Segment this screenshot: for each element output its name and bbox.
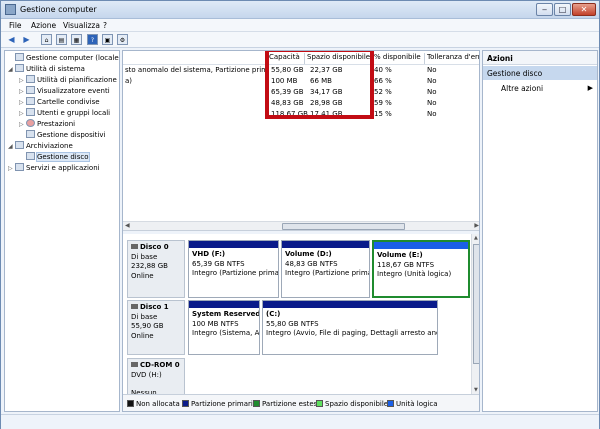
- storage-icon: [15, 141, 24, 149]
- disk-icon: [26, 152, 35, 160]
- action-pane-icon[interactable]: ▣: [102, 34, 113, 45]
- up-folder-icon[interactable]: ⌂: [41, 34, 52, 45]
- disk-label-0[interactable]: Disco 0 Di base 232,88 GB Online: [127, 240, 185, 298]
- expand-icon[interactable]: ▷: [8, 165, 15, 172]
- tree-item-local-users[interactable]: ▷ Utenti e gruppi locali: [19, 108, 110, 119]
- disk-map: Disco 0 Di base 232,88 GB Online VHD (F:…: [123, 234, 471, 407]
- tree-item-performance[interactable]: ▷ Prestazioni: [19, 119, 75, 130]
- volume-table: Capacità Spazio disponibile % disponibil…: [123, 51, 479, 221]
- expand-icon[interactable]: ◢: [8, 66, 15, 73]
- legend-unallocated: Non allocata: [127, 400, 180, 408]
- tree-item-task-scheduler[interactable]: ▷ Utilità di pianificazione: [19, 75, 117, 86]
- tree-item-storage[interactable]: ◢ Archiviazione: [8, 141, 73, 152]
- partition-system-reserved[interactable]: System Reserved 100 MB NTFS Integro (Siste…: [188, 300, 260, 355]
- legend-primary: Partizione primaria: [182, 400, 257, 408]
- device-icon: [26, 130, 35, 138]
- actions-pane: Azioni Gestione disco Altre azioni ▶: [482, 50, 598, 412]
- primary-partition-bar: [189, 241, 278, 248]
- window-title: Gestione computer: [20, 5, 97, 14]
- back-arrow-icon[interactable]: ◀: [6, 34, 17, 45]
- close-button[interactable]: ✕: [572, 3, 596, 16]
- folder-icon: [26, 97, 35, 105]
- performance-icon: [26, 119, 35, 127]
- expand-icon[interactable]: ▷: [19, 77, 26, 84]
- partition-volume-e[interactable]: Volume (E:) 118,67 GB NTFS Integro (Unità …: [372, 240, 470, 298]
- partition-volume-d[interactable]: Volume (D:) 48,83 GB NTFS Integro (Partizi…: [281, 240, 370, 298]
- tree-item-device-manager[interactable]: Gestione dispositivi: [19, 130, 105, 141]
- expand-icon[interactable]: ◢: [8, 143, 15, 150]
- legend-logical: Unità logica: [387, 400, 438, 408]
- tree-item-system-tools[interactable]: ◢ Utilità di sistema: [8, 64, 85, 75]
- tree-item-disk-management[interactable]: Gestione disco: [19, 152, 90, 163]
- tree-item-services[interactable]: ▷ Servizi e applicazioni: [8, 163, 100, 174]
- disk-icon: [131, 244, 138, 249]
- menu-help[interactable]: ?: [103, 21, 107, 30]
- primary-partition-bar: [189, 301, 259, 308]
- actions-header: Azioni: [483, 51, 597, 65]
- navigation-tree: Gestione computer (locale) ◢ Utilità di s…: [4, 50, 120, 412]
- tree-item-root[interactable]: Gestione computer (locale): [8, 53, 119, 64]
- scrollbar-thumb[interactable]: [473, 244, 479, 364]
- primary-partition-bar: [263, 301, 437, 308]
- minimize-button[interactable]: ‒: [536, 3, 553, 16]
- event-log-icon: [26, 86, 35, 94]
- scroll-up-icon[interactable]: ▲: [474, 235, 478, 241]
- more-actions-link[interactable]: Altre azioni: [501, 84, 543, 93]
- tree-item-shared-folders[interactable]: ▷ Cartelle condivise: [19, 97, 100, 108]
- primary-partition-bar: [282, 241, 369, 248]
- expand-icon[interactable]: ▷: [19, 88, 26, 95]
- show-tree-icon[interactable]: ▤: [56, 34, 67, 45]
- users-icon: [26, 108, 35, 116]
- actions-section-disk-management[interactable]: Gestione disco: [483, 66, 597, 80]
- tree-item-event-viewer[interactable]: ▷ Visualizzatore eventi: [19, 86, 110, 97]
- scroll-right-icon[interactable]: ▶: [474, 222, 479, 229]
- clock-icon: [26, 75, 35, 83]
- vertical-scrollbar[interactable]: ▲ ▼: [471, 234, 479, 394]
- scroll-left-icon[interactable]: ◀: [125, 222, 130, 229]
- expand-icon[interactable]: ▷: [19, 110, 26, 117]
- disk-icon: [131, 304, 138, 309]
- scroll-down-icon[interactable]: ▼: [474, 387, 478, 393]
- disk-row-cdrom: CD-ROM 0 DVD (H:) Nessun suppo...: [127, 358, 471, 407]
- tools-icon: [15, 64, 24, 72]
- disk-management-pane: Capacità Spazio disponibile % disponibil…: [122, 50, 480, 412]
- toolbar: ◀ ▶ ⌂ ▤ ▦ ? ▣ ⚙: [1, 32, 599, 48]
- title-bar: Gestione computer ‒ □ ✕: [1, 1, 599, 19]
- partition-vhd-f[interactable]: VHD (F:) 65,39 GB NTFS Integro (Partizione…: [188, 240, 279, 298]
- app-window: Gestione computer ‒ □ ✕ File Azione Visu…: [0, 0, 600, 429]
- cdrom-icon: [131, 362, 138, 367]
- services-icon: [15, 163, 24, 171]
- submenu-arrow-icon[interactable]: ▶: [588, 84, 593, 92]
- status-bar: [1, 414, 599, 429]
- help-icon[interactable]: ?: [87, 34, 98, 45]
- disk-row-1: Disco 1 Di base 55,90 GB Online System R…: [127, 300, 471, 355]
- properties-icon[interactable]: ▦: [71, 34, 82, 45]
- disk-row-0: Disco 0 Di base 232,88 GB Online VHD (F:…: [127, 240, 471, 298]
- legend: Non allocata Partizione primaria Partizi…: [123, 394, 479, 411]
- scrollbar-thumb[interactable]: [282, 223, 405, 230]
- settings-icon[interactable]: ⚙: [117, 34, 128, 45]
- horizontal-scrollbar[interactable]: ◀ ▶: [123, 221, 479, 230]
- disk-label-cdrom[interactable]: CD-ROM 0 DVD (H:) Nessun suppo...: [127, 358, 185, 407]
- partition-c[interactable]: (C:) 55,80 GB NTFS Integro (Avvio, File di…: [262, 300, 438, 355]
- forward-arrow-icon[interactable]: ▶: [21, 34, 32, 45]
- computer-icon: [15, 53, 24, 61]
- disk-label-1[interactable]: Disco 1 Di base 55,90 GB Online: [127, 300, 185, 355]
- capacity-highlight-box: [265, 51, 374, 119]
- logical-drive-bar: [374, 242, 468, 249]
- legend-extended: Partizione estesa: [253, 400, 322, 408]
- expand-icon[interactable]: ▷: [19, 99, 26, 106]
- computer-management-icon: [5, 4, 16, 15]
- menu-bar: File Azione Visualizza ?: [1, 19, 599, 32]
- maximize-button[interactable]: □: [554, 3, 571, 16]
- expand-icon[interactable]: ▷: [19, 121, 26, 128]
- menu-file[interactable]: File: [9, 21, 22, 30]
- menu-action[interactable]: Azione: [31, 21, 56, 30]
- legend-free-space: Spazio disponibile: [316, 400, 388, 408]
- menu-view[interactable]: Visualizza: [63, 21, 100, 30]
